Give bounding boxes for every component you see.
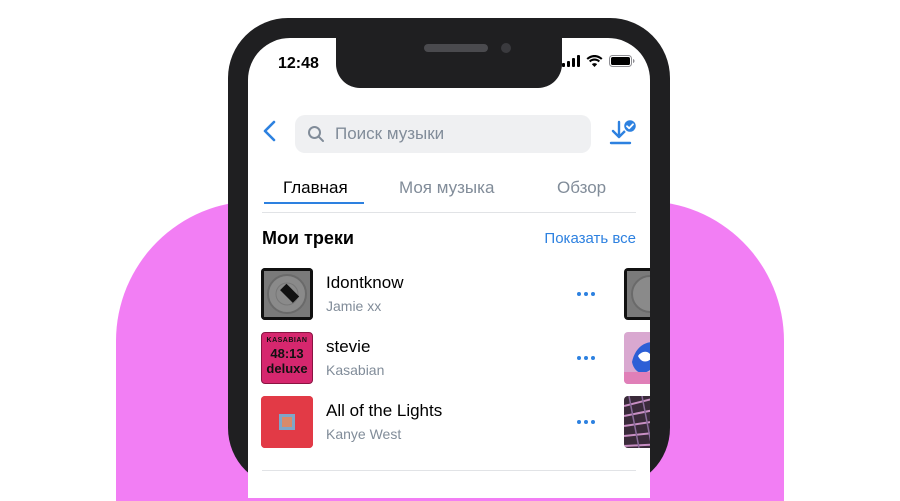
status-time: 12:48 [278, 55, 319, 72]
track-artist: Kasabian [326, 362, 385, 378]
tab-browse[interactable]: Обзор [557, 178, 606, 198]
more-options-icon[interactable] [574, 350, 598, 366]
download-check-icon [609, 118, 638, 145]
back-button[interactable] [258, 118, 284, 144]
track-artist: Jamie xx [326, 298, 382, 314]
speaker-grille [424, 44, 488, 52]
show-all-link[interactable]: Показать все [544, 230, 636, 247]
track-title: All of the Lights [326, 401, 443, 420]
active-tab-indicator [264, 202, 364, 204]
album-cover [261, 396, 313, 448]
tab-bar: Главная Моя музыка Обзор [248, 176, 650, 216]
track-title: Idontknow [326, 273, 404, 292]
search-icon [308, 126, 324, 142]
album-cover [261, 268, 313, 320]
phone-frame: 12:48 Поиск музыки Главная Моя музыка Об… [228, 18, 670, 498]
wifi-icon [586, 55, 603, 67]
phone-screen: 12:48 Поиск музыки Главная Моя музыка Об… [248, 38, 650, 498]
next-column-cover [624, 396, 650, 448]
album-cover: KASABIAN 48:13 deluxe [261, 332, 313, 384]
track-title: stevie [326, 337, 371, 356]
track-row[interactable]: Idontknow Jamie xx [248, 268, 650, 322]
track-row[interactable]: All of the Lights Kanye West [248, 396, 650, 450]
tabs-divider [262, 212, 636, 213]
track-row[interactable]: KASABIAN 48:13 deluxe stevie Kasabian [248, 332, 650, 386]
next-column-cover [624, 268, 650, 320]
signal-icon [562, 55, 580, 67]
section-title: Мои треки [262, 228, 354, 248]
status-icons [562, 55, 635, 67]
search-bar[interactable] [295, 115, 591, 153]
search-input[interactable] [333, 123, 577, 145]
downloads-button[interactable] [608, 118, 638, 148]
more-options-icon[interactable] [574, 286, 598, 302]
track-artist: Kanye West [326, 426, 402, 442]
next-column-cover [624, 332, 650, 384]
front-camera [501, 43, 511, 53]
chevron-left-icon [263, 120, 276, 142]
list-divider [262, 470, 636, 471]
tab-my-music[interactable]: Моя музыка [399, 178, 494, 198]
battery-icon [609, 55, 635, 67]
phone-notch [336, 38, 562, 88]
tab-main[interactable]: Главная [283, 178, 348, 198]
more-options-icon[interactable] [574, 414, 598, 430]
